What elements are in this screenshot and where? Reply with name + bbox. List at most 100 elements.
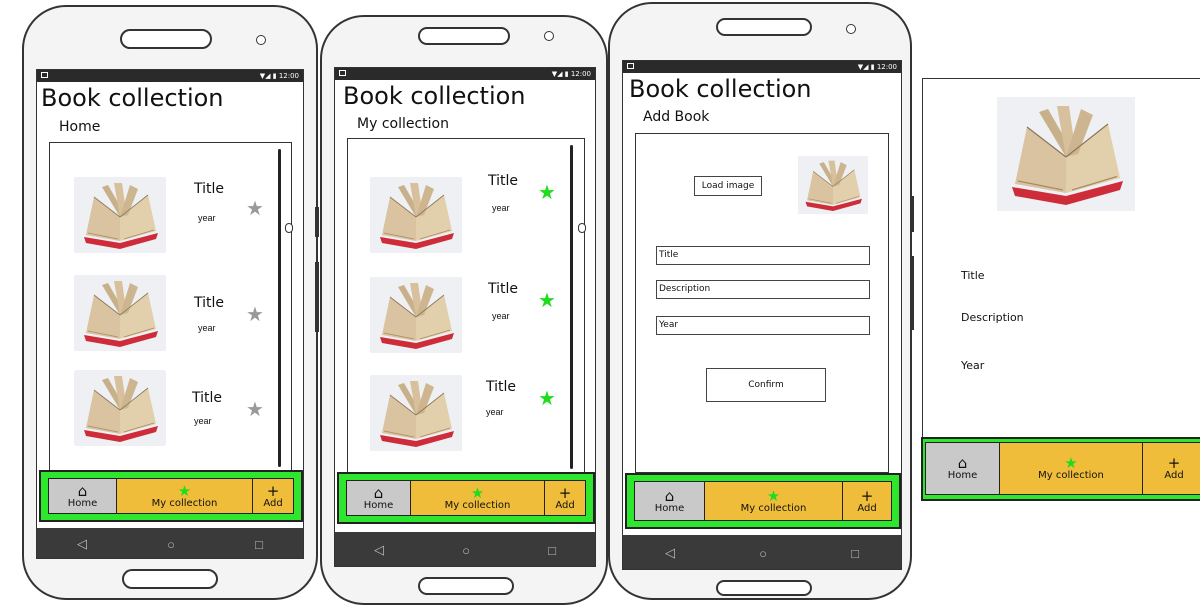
star-icon[interactable]: ★	[246, 305, 264, 325]
year-field[interactable]: Year	[656, 316, 870, 335]
tab-home-label: Home	[947, 470, 978, 481]
back-icon[interactable]: ◁	[374, 542, 384, 558]
page-title: Add Book	[643, 109, 710, 125]
book-cover-preview	[796, 156, 870, 214]
list-item[interactable]: Title year ★	[348, 277, 584, 372]
description-field[interactable]: Description	[656, 280, 870, 299]
app-title: Book collection	[41, 84, 224, 112]
recents-icon[interactable]: □	[255, 537, 263, 552]
tab-home-label: Home	[363, 499, 394, 511]
status-bar: ▼◢ ▮ 12:00	[335, 68, 595, 80]
status-time: ▼◢ ▮ 12:00	[551, 70, 591, 78]
star-icon[interactable]: ★	[538, 389, 556, 409]
phone-screen: ▼◢ ▮ 12:00 Book collection Add Book Load…	[622, 60, 902, 570]
phone-frame-collection: ▼◢ ▮ 12:00 Book collection My collection…	[320, 15, 608, 605]
tab-my-collection-label: My collection	[444, 499, 511, 511]
tab-add-label: Add	[263, 497, 283, 509]
phone-side-button	[910, 196, 914, 232]
tab-my-collection[interactable]: ★ My collection	[1000, 443, 1143, 494]
confirm-button[interactable]: Confirm	[706, 368, 826, 402]
list-item[interactable]: Title year ★	[50, 370, 291, 465]
phone-camera	[846, 24, 856, 34]
book-cover-image	[74, 275, 166, 351]
book-title: Title	[192, 390, 223, 406]
tab-add[interactable]: + Add	[1143, 443, 1200, 494]
notification-icon	[339, 70, 346, 76]
tab-my-collection[interactable]: ★ My collection	[705, 482, 843, 520]
list-item[interactable]: Title year ★	[348, 173, 584, 272]
book-list[interactable]: Title year ★ Title year ★ Title year ★	[347, 138, 586, 474]
back-icon[interactable]: ◁	[77, 536, 87, 552]
phone-camera	[544, 31, 554, 41]
star-icon[interactable]: ★	[538, 183, 556, 203]
star-icon: ★	[1064, 454, 1078, 472]
recents-icon[interactable]: □	[548, 543, 556, 558]
star-icon: ★	[470, 483, 485, 502]
bottom-nav: ⌂ Home ★ My collection + Add	[39, 470, 303, 522]
plus-icon: +	[558, 483, 572, 502]
android-nav-bar: ◁ ○ □	[37, 528, 303, 558]
house-icon: ⌂	[77, 481, 88, 500]
book-year: year	[194, 416, 212, 426]
tab-my-collection[interactable]: ★ My collection	[411, 481, 545, 515]
book-year: year	[492, 311, 510, 321]
notification-icon	[41, 72, 48, 78]
phone-speaker	[716, 18, 812, 36]
list-item[interactable]: Title year ★	[50, 177, 291, 272]
tab-home-label: Home	[654, 502, 685, 514]
title-field[interactable]: Title	[656, 246, 870, 265]
phone-screen: ▼◢ ▮ 12:00 Book collection Home Title ye…	[36, 69, 304, 559]
list-item[interactable]: Title year ★	[50, 275, 291, 370]
book-cover-image	[74, 370, 166, 446]
load-image-button[interactable]: Load image	[694, 176, 762, 196]
tab-add-label: Add	[857, 502, 877, 514]
detail-title-label: Title	[961, 269, 985, 282]
home-circle-icon[interactable]: ○	[462, 543, 470, 558]
tab-add[interactable]: + Add	[253, 479, 293, 513]
plus-icon: +	[266, 481, 280, 500]
plus-icon: +	[860, 486, 874, 505]
tab-my-collection[interactable]: ★ My collection	[117, 479, 253, 513]
tab-add[interactable]: + Add	[545, 481, 585, 515]
page-title: Home	[59, 119, 101, 135]
bottom-nav: ⌂ Home ★ My collection + Add	[337, 472, 595, 524]
phone-home-button	[418, 577, 514, 595]
tab-home[interactable]: ⌂ Home	[49, 479, 117, 513]
star-icon[interactable]: ★	[246, 199, 264, 219]
home-circle-icon[interactable]: ○	[759, 546, 767, 561]
tab-home[interactable]: ⌂ Home	[635, 482, 705, 520]
tab-home[interactable]: ⌂ Home	[347, 481, 411, 515]
status-time: ▼◢ ▮ 12:00	[259, 72, 299, 80]
star-icon[interactable]: ★	[246, 400, 264, 420]
book-title: Title	[194, 181, 225, 197]
app-title: Book collection	[629, 75, 812, 103]
phone-camera	[256, 35, 266, 45]
star-icon[interactable]: ★	[538, 291, 556, 311]
book-detail-screen: Title Description Year ⌂ Home ★ My colle…	[921, 78, 1200, 501]
tab-add-label: Add	[555, 499, 575, 511]
book-cover-image	[74, 177, 166, 253]
back-icon[interactable]: ◁	[665, 545, 675, 561]
book-title: Title	[488, 281, 519, 297]
status-bar: ▼◢ ▮ 12:00	[623, 61, 901, 73]
tab-home[interactable]: ⌂ Home	[926, 443, 1000, 494]
list-item[interactable]: Title year ★	[348, 375, 584, 470]
book-title: Title	[486, 379, 517, 395]
android-nav-bar: ◁ ○ □	[335, 532, 595, 566]
tab-home-label: Home	[67, 497, 98, 509]
book-title: Title	[194, 295, 225, 311]
tab-add[interactable]: + Add	[843, 482, 891, 520]
bottom-nav: ⌂ Home ★ My collection + Add	[625, 473, 901, 529]
status-time: ▼◢ ▮ 12:00	[857, 63, 897, 71]
book-year: year	[492, 203, 510, 213]
star-icon: ★	[766, 486, 781, 505]
phone-home-button	[122, 569, 218, 589]
book-list[interactable]: Title year ★ Title year ★ Title year ★	[49, 142, 293, 472]
book-cover-image	[370, 277, 462, 353]
recents-icon[interactable]: □	[851, 546, 859, 561]
phone-frame-home: ▼◢ ▮ 12:00 Book collection Home Title ye…	[22, 5, 319, 600]
tab-my-collection-label: My collection	[740, 502, 807, 514]
home-circle-icon[interactable]: ○	[167, 537, 175, 552]
house-icon: ⌂	[957, 454, 968, 472]
book-year: year	[198, 213, 216, 223]
